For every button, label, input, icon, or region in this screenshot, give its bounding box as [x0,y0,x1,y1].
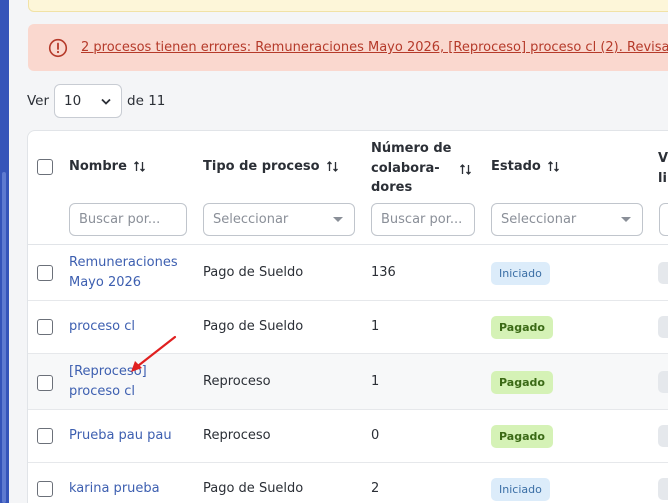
table-row[interactable]: Prueba pau pau Reproceso 0 Pagado [28,410,668,463]
process-name-line: proceso cl [69,384,136,399]
row-checkbox[interactable] [37,265,53,281]
status-badge: Iniciado [491,262,550,285]
process-name-link[interactable]: proceso cl [69,317,135,337]
truncated-cell [658,478,668,500]
table-row[interactable]: proceso cl Pago de Sueldo 1 Pagado [28,301,668,354]
column-header-estado[interactable]: Estado [491,159,560,174]
select-placeholder: Seleccionar [213,212,289,227]
column-label: Nombre [69,159,127,174]
column-header-nombre[interactable]: Nombre [69,159,146,174]
status-badge: Pagado [491,425,553,448]
error-alert-link[interactable]: 2 procesos tienen errores: Remuneracione… [81,40,668,55]
caret-down-icon [621,217,631,222]
page-size-control: Ver 10 de 11 [27,84,165,118]
truncated-cell [658,316,668,338]
collaborator-count: 2 [371,481,380,496]
page-total-label: de 11 [127,93,166,109]
sort-icon[interactable] [459,163,472,176]
page-size-value: 10 [64,93,82,109]
column-label: li [658,171,667,186]
process-name-line: proceso cl [69,319,136,334]
table-row[interactable]: [Reproceso] proceso cl Reproceso 1 Pagad… [28,354,668,410]
table-header: Nombre Tipo de proceso Número de colabor… [28,131,668,245]
processes-table: Nombre Tipo de proceso Número de colabor… [27,130,668,503]
column-label: Estado [491,159,541,174]
process-name-link[interactable]: karina prueba [69,479,160,499]
sort-icon [133,161,145,172]
left-sidebar-edge [0,0,9,503]
sort-icon [326,161,338,172]
status-badge: Pagado [491,316,553,339]
sort-icon [547,161,559,172]
select-all-checkbox[interactable] [37,159,53,175]
column-label: Tipo de proceso [203,159,320,174]
status-filter-select[interactable]: Seleccionar [491,203,643,236]
row-checkbox[interactable] [37,319,53,335]
truncated-cell [658,262,668,284]
type-filter-select[interactable]: Seleccionar [203,203,355,236]
row-checkbox[interactable] [37,428,53,444]
truncated-filter-input[interactable] [659,203,668,236]
caret-down-icon [333,217,343,222]
process-type: Pago de Sueldo [203,319,304,334]
column-label: V [658,151,668,166]
process-name-line: Prueba pau pau [69,428,172,443]
column-label: Número de [371,141,452,156]
table-row[interactable]: karina prueba Pago de Sueldo 2 Iniciado [28,463,668,503]
table-row[interactable]: Remuneraciones Mayo 2026 Pago de Sueldo … [28,245,668,301]
name-filter-input[interactable]: Buscar por... [69,203,187,236]
select-placeholder: Seleccionar [501,212,577,227]
collaborator-count: 1 [371,374,380,389]
collaborators-filter-input[interactable]: Buscar por... [371,203,475,236]
error-alert: 2 procesos tienen errores: Remuneracione… [28,24,668,71]
process-name-line: Mayo 2026 [69,275,142,290]
process-name-line: [Reproceso] [69,364,147,379]
process-type: Reproceso [203,374,271,389]
collaborator-count: 136 [371,265,396,280]
process-name-link[interactable]: Prueba pau pau [69,426,172,446]
status-badge: Pagado [491,371,553,394]
column-header-colaboradores[interactable]: Número de colabora- dores [371,139,452,198]
alert-circle-icon [48,38,68,57]
column-label: colabora- [371,160,440,176]
collaborator-count: 1 [371,319,380,334]
page-size-label: Ver [27,93,50,109]
column-label: dores [371,180,413,195]
column-header-truncated[interactable]: V li [658,149,668,189]
collaborator-count: 0 [371,428,380,443]
process-type: Reproceso [203,428,271,443]
row-checkbox[interactable] [37,375,53,391]
process-type: Pago de Sueldo [203,481,304,496]
process-name-link[interactable]: [Reproceso] proceso cl [69,362,147,402]
row-checkbox[interactable] [37,481,53,497]
sidebar-scrollbar[interactable] [2,172,6,503]
process-name-line: Remuneraciones [69,255,178,270]
column-header-tipo[interactable]: Tipo de proceso [203,159,339,174]
process-name-line: karina prueba [69,481,160,496]
page-size-select[interactable]: 10 [54,84,123,118]
chevron-down-icon [101,98,111,105]
truncated-cell [658,371,668,393]
process-type: Pago de Sueldo [203,265,304,280]
process-name-link[interactable]: Remuneraciones Mayo 2026 [69,253,178,293]
status-badge: Iniciado [491,478,550,501]
warning-alert [28,0,668,12]
truncated-cell [658,425,668,447]
